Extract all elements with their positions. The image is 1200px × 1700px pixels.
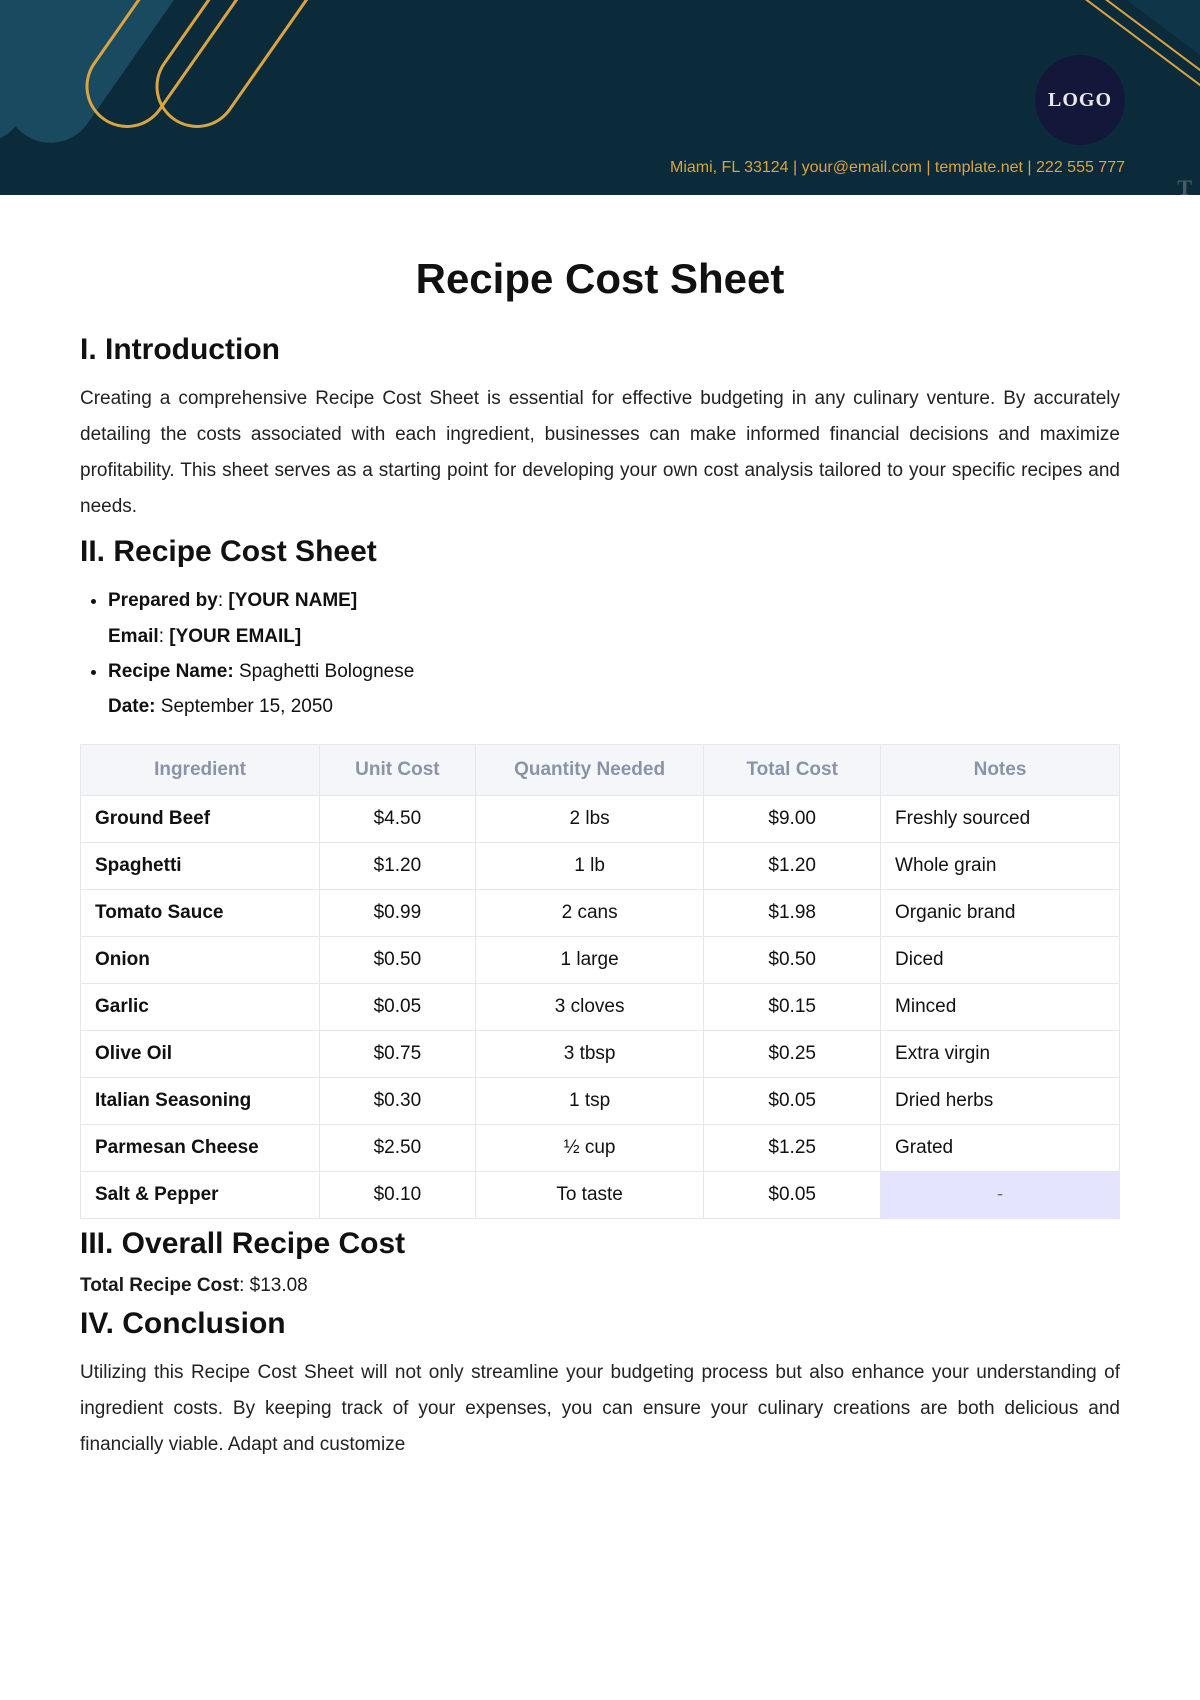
table-row: Spaghetti$1.201 lb$1.20Whole grain — [81, 842, 1120, 889]
section-heading-conclusion: IV. Conclusion — [80, 1307, 1120, 1341]
section-heading-intro: I. Introduction — [80, 333, 1120, 367]
cell-ingredient: Italian Seasoning — [81, 1077, 320, 1124]
recipe-name-value: Spaghetti Bolognese — [239, 661, 414, 682]
cell-unit-cost: $4.50 — [319, 795, 475, 842]
document-header: LOGO Miami, FL 33124 | your@email.com | … — [0, 0, 1200, 195]
th-notes: Notes — [881, 744, 1120, 795]
document-body: Recipe Cost Sheet I. Introduction Creati… — [0, 195, 1200, 1503]
table-row: Garlic$0.053 cloves$0.15Minced — [81, 983, 1120, 1030]
cell-unit-cost: $1.20 — [319, 842, 475, 889]
cell-unit-cost: $2.50 — [319, 1124, 475, 1171]
cell-quantity: 3 tbsp — [475, 1030, 704, 1077]
table-row: Salt & Pepper$0.10To taste$0.05- — [81, 1171, 1120, 1218]
cell-unit-cost: $0.05 — [319, 983, 475, 1030]
contact-line: Miami, FL 33124 | your@email.com | templ… — [670, 159, 1125, 177]
cell-total-cost: $1.98 — [704, 889, 881, 936]
cell-total-cost: $0.25 — [704, 1030, 881, 1077]
cell-total-cost: $1.25 — [704, 1124, 881, 1171]
table-row: Olive Oil$0.753 tbsp$0.25Extra virgin — [81, 1030, 1120, 1077]
total-line: Total Recipe Cost: $13.08 — [80, 1275, 1120, 1297]
cell-quantity: 1 large — [475, 936, 704, 983]
email-label: Email — [108, 626, 159, 647]
date-label: Date: — [108, 696, 156, 717]
cell-notes: Whole grain — [881, 842, 1120, 889]
cell-notes: Extra virgin — [881, 1030, 1120, 1077]
cell-unit-cost: $0.99 — [319, 889, 475, 936]
th-total-cost: Total Cost — [704, 744, 881, 795]
logo-text: LOGO — [1048, 89, 1112, 112]
cell-notes: - — [881, 1171, 1120, 1218]
corner-mark: T — [1177, 175, 1192, 195]
prepared-by-label: Prepared by — [108, 590, 218, 611]
cell-quantity: 1 lb — [475, 842, 704, 889]
cell-ingredient: Spaghetti — [81, 842, 320, 889]
prepared-by-value: [YOUR NAME] — [228, 590, 357, 611]
cell-total-cost: $0.05 — [704, 1171, 881, 1218]
cell-ingredient: Garlic — [81, 983, 320, 1030]
cell-ingredient: Parmesan Cheese — [81, 1124, 320, 1171]
cell-ingredient: Onion — [81, 936, 320, 983]
logo: LOGO — [1035, 55, 1125, 145]
cell-quantity: To taste — [475, 1171, 704, 1218]
table-row: Ground Beef$4.502 lbs$9.00Freshly source… — [81, 795, 1120, 842]
cell-total-cost: $0.05 — [704, 1077, 881, 1124]
cell-unit-cost: $0.50 — [319, 936, 475, 983]
cell-quantity: 3 cloves — [475, 983, 704, 1030]
cell-quantity: 1 tsp — [475, 1077, 704, 1124]
date-value: September 15, 2050 — [161, 696, 333, 717]
cell-unit-cost: $0.30 — [319, 1077, 475, 1124]
cell-quantity: 2 lbs — [475, 795, 704, 842]
cost-table: Ingredient Unit Cost Quantity Needed Tot… — [80, 744, 1120, 1219]
meta-item-recipe: Recipe Name: Spaghetti Bolognese Date: S… — [108, 654, 1120, 724]
cell-quantity: ½ cup — [475, 1124, 704, 1171]
section-heading-sheet: II. Recipe Cost Sheet — [80, 535, 1120, 569]
total-label: Total Recipe Cost — [80, 1275, 239, 1296]
cell-notes: Grated — [881, 1124, 1120, 1171]
table-row: Onion$0.501 large$0.50Diced — [81, 936, 1120, 983]
intro-paragraph: Creating a comprehensive Recipe Cost She… — [80, 381, 1120, 525]
meta-list: Prepared by: [YOUR NAME] Email: [YOUR EM… — [80, 583, 1120, 724]
page-title: Recipe Cost Sheet — [80, 255, 1120, 303]
table-row: Tomato Sauce$0.992 cans$1.98Organic bran… — [81, 889, 1120, 936]
conclusion-paragraph: Utilizing this Recipe Cost Sheet will no… — [80, 1355, 1120, 1463]
th-unit-cost: Unit Cost — [319, 744, 475, 795]
cell-notes: Dried herbs — [881, 1077, 1120, 1124]
cell-ingredient: Salt & Pepper — [81, 1171, 320, 1218]
meta-item-prepared: Prepared by: [YOUR NAME] Email: [YOUR EM… — [108, 583, 1120, 653]
cell-quantity: 2 cans — [475, 889, 704, 936]
cell-ingredient: Olive Oil — [81, 1030, 320, 1077]
cell-notes: Freshly sourced — [881, 795, 1120, 842]
section-heading-overall: III. Overall Recipe Cost — [80, 1227, 1120, 1261]
email-value: [YOUR EMAIL] — [169, 626, 301, 647]
recipe-name-label: Recipe Name: — [108, 661, 234, 682]
th-quantity: Quantity Needed — [475, 744, 704, 795]
cell-unit-cost: $0.10 — [319, 1171, 475, 1218]
cell-notes: Organic brand — [881, 889, 1120, 936]
cell-ingredient: Tomato Sauce — [81, 889, 320, 936]
cell-total-cost: $1.20 — [704, 842, 881, 889]
total-value: $13.08 — [250, 1275, 308, 1296]
table-row: Italian Seasoning$0.301 tsp$0.05Dried he… — [81, 1077, 1120, 1124]
table-header-row: Ingredient Unit Cost Quantity Needed Tot… — [81, 744, 1120, 795]
header-decoration-left — [0, 0, 420, 195]
cell-total-cost: $0.50 — [704, 936, 881, 983]
cell-unit-cost: $0.75 — [319, 1030, 475, 1077]
th-ingredient: Ingredient — [81, 744, 320, 795]
cell-ingredient: Ground Beef — [81, 795, 320, 842]
cell-notes: Minced — [881, 983, 1120, 1030]
cell-notes: Diced — [881, 936, 1120, 983]
table-row: Parmesan Cheese$2.50½ cup$1.25Grated — [81, 1124, 1120, 1171]
cell-total-cost: $0.15 — [704, 983, 881, 1030]
cell-total-cost: $9.00 — [704, 795, 881, 842]
